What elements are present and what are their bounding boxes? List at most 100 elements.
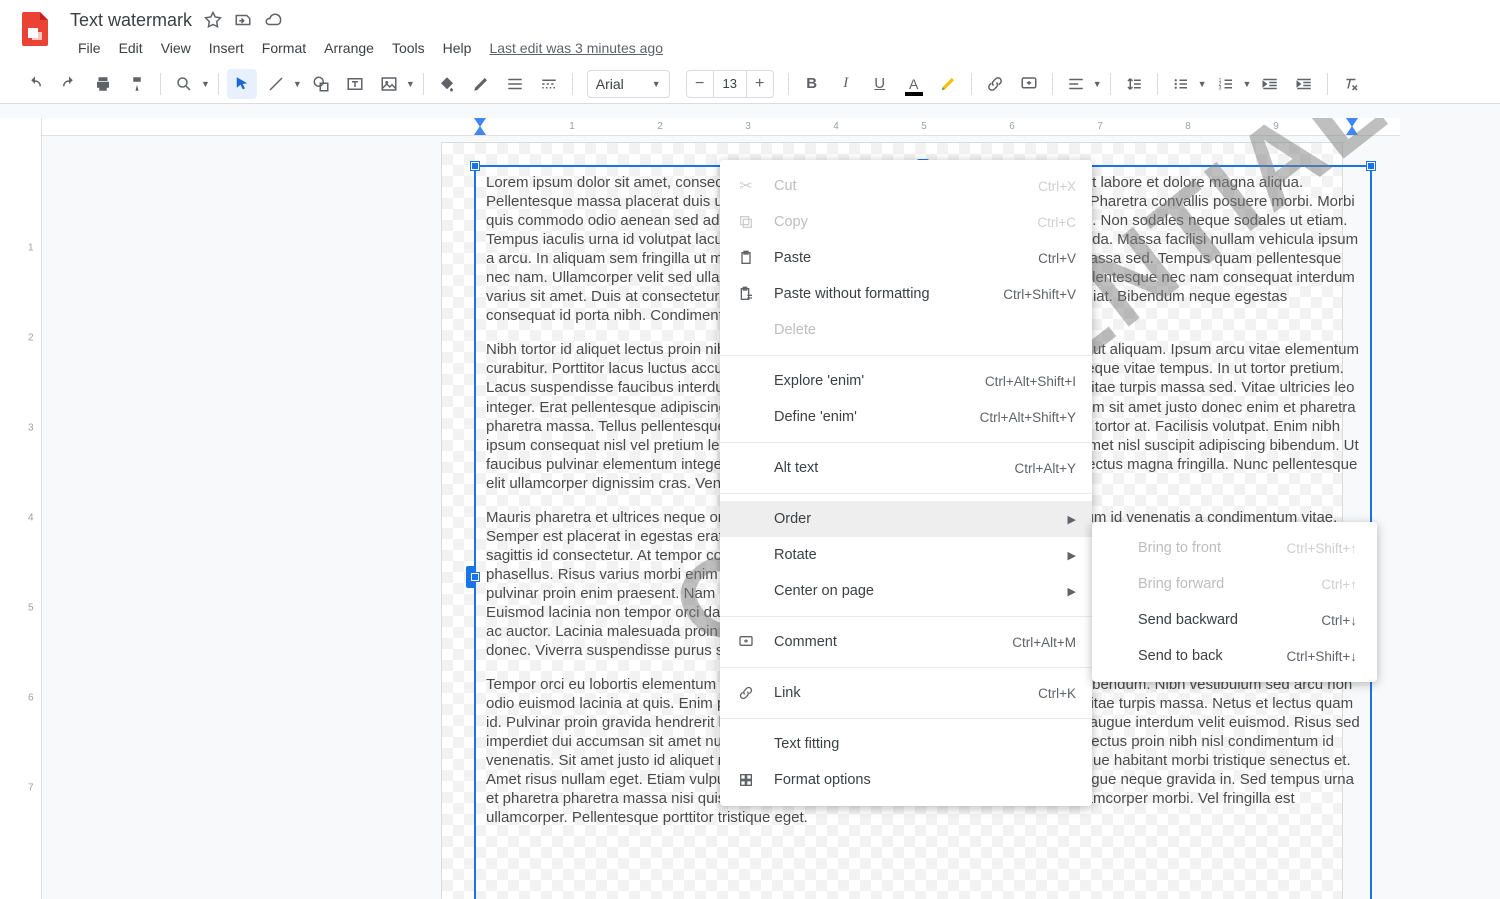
- text-color-button[interactable]: A: [899, 69, 929, 99]
- bold-button[interactable]: B: [797, 69, 827, 99]
- line-spacing-dropdown[interactable]: [1119, 69, 1149, 99]
- order-submenu: Bring to front Ctrl+Shift+↑ Bring forwar…: [1092, 522, 1377, 682]
- align-dropdown[interactable]: ▼: [1061, 69, 1102, 99]
- ruler-tick: 7: [28, 783, 34, 794]
- ctx-paste[interactable]: Paste Ctrl+V: [720, 240, 1092, 276]
- ruler-tick: 6: [1009, 121, 1015, 132]
- ruler-tick: 2: [28, 333, 34, 344]
- fill-color-button[interactable]: [432, 69, 462, 99]
- font-family-select[interactable]: Arial▼: [587, 70, 670, 98]
- textbox-tool[interactable]: [340, 69, 370, 99]
- underline-button[interactable]: U: [865, 69, 895, 99]
- menu-format[interactable]: Format: [254, 36, 314, 60]
- copy-icon: [736, 214, 756, 230]
- ctx-copy: Copy Ctrl+C: [720, 204, 1092, 240]
- chevron-right-icon: ▶: [1068, 549, 1076, 562]
- zoom-dropdown[interactable]: ▼: [169, 69, 210, 99]
- select-tool[interactable]: [227, 69, 257, 99]
- ctx-explore[interactable]: Explore 'enim' Ctrl+Alt+Shift+I: [720, 363, 1092, 399]
- font-size-increase[interactable]: +: [747, 71, 773, 97]
- ruler-tick: 1: [28, 243, 34, 254]
- app-icon: [16, 8, 56, 48]
- ctx-alt-text[interactable]: Alt text Ctrl+Alt+Y: [720, 450, 1092, 486]
- shape-tool[interactable]: [306, 69, 336, 99]
- ruler-tick: 4: [833, 121, 839, 132]
- decrease-indent-button[interactable]: [1255, 69, 1285, 99]
- italic-button[interactable]: I: [831, 69, 861, 99]
- right-indent-marker[interactable]: [1346, 126, 1358, 135]
- toolbar: ▼ ▼ ▼ Arial▼ − + B I U A ▼ ▼ 123▼: [0, 64, 1500, 104]
- image-tool[interactable]: ▼: [374, 69, 415, 99]
- ruler-tick: 6: [28, 693, 34, 704]
- menu-bar: File Edit View Insert Format Arrange Too…: [70, 36, 663, 64]
- ruler-tick: 5: [28, 603, 34, 614]
- ctx-define[interactable]: Define 'enim' Ctrl+Alt+Shift+Y: [720, 399, 1092, 435]
- highlight-color-button[interactable]: [933, 69, 963, 99]
- ruler-tick: 3: [745, 121, 751, 132]
- star-icon[interactable]: [204, 11, 222, 29]
- sub-bring-front: Bring to front Ctrl+Shift+↑: [1092, 530, 1377, 566]
- cloud-icon[interactable]: [264, 11, 282, 29]
- line-tool[interactable]: ▼: [261, 69, 302, 99]
- ctx-link[interactable]: Link Ctrl+K: [720, 675, 1092, 711]
- menu-arrange[interactable]: Arrange: [316, 36, 382, 60]
- menu-file[interactable]: File: [70, 36, 109, 60]
- ctx-delete: Delete: [720, 312, 1092, 348]
- left-indent-marker[interactable]: [474, 126, 486, 135]
- bulleted-list-dropdown[interactable]: ▼: [1166, 69, 1207, 99]
- clear-formatting-button[interactable]: [1336, 69, 1366, 99]
- sub-bring-forward: Bring forward Ctrl+↑: [1092, 566, 1377, 602]
- border-weight-button[interactable]: [500, 69, 530, 99]
- ctx-rotate[interactable]: Rotate ▶: [720, 537, 1092, 573]
- ctx-cut: ✂ Cut Ctrl+X: [720, 168, 1092, 204]
- menu-view[interactable]: View: [153, 36, 199, 60]
- sub-send-backward[interactable]: Send backward Ctrl+↓: [1092, 602, 1377, 638]
- menu-help[interactable]: Help: [435, 36, 480, 60]
- cut-icon: ✂: [736, 176, 756, 196]
- ruler-tick: 4: [28, 513, 34, 524]
- horizontal-ruler: 1 2 3 4 5 6 7 8 9: [42, 118, 1500, 136]
- ruler-tick: 1: [569, 121, 575, 132]
- ruler-tick: 5: [921, 121, 927, 132]
- undo-button[interactable]: [20, 69, 50, 99]
- svg-text:3: 3: [1218, 85, 1221, 91]
- print-button[interactable]: [88, 69, 118, 99]
- move-icon[interactable]: [234, 11, 252, 29]
- sub-send-back[interactable]: Send to back Ctrl+Shift+↓: [1092, 638, 1377, 674]
- comment-icon: [736, 634, 756, 650]
- chevron-right-icon: ▶: [1068, 585, 1076, 598]
- paste-plain-icon: [736, 286, 756, 302]
- format-options-icon: [736, 772, 756, 788]
- ctx-order[interactable]: Order ▶: [720, 501, 1092, 537]
- font-size-input[interactable]: [713, 71, 747, 97]
- border-color-button[interactable]: [466, 69, 496, 99]
- insert-comment-button[interactable]: [1014, 69, 1044, 99]
- paint-format-button[interactable]: [122, 69, 152, 99]
- ruler-tick: 2: [657, 121, 663, 132]
- context-menu: ✂ Cut Ctrl+X Copy Ctrl+C Paste Ctrl+V Pa…: [720, 160, 1092, 806]
- paste-icon: [736, 250, 756, 266]
- numbered-list-dropdown[interactable]: 123▼: [1211, 69, 1252, 99]
- chevron-right-icon: ▶: [1068, 513, 1076, 526]
- ctx-format-options[interactable]: Format options: [720, 762, 1092, 798]
- font-size-decrease[interactable]: −: [687, 71, 713, 97]
- document-title[interactable]: Text watermark: [70, 10, 192, 31]
- redo-button[interactable]: [54, 69, 84, 99]
- ruler-tick: 8: [1185, 121, 1191, 132]
- ctx-text-fitting[interactable]: Text fitting: [720, 726, 1092, 762]
- ruler-tick: 9: [1273, 121, 1279, 132]
- increase-indent-button[interactable]: [1289, 69, 1319, 99]
- menu-tools[interactable]: Tools: [384, 36, 433, 60]
- ctx-comment[interactable]: Comment Ctrl+Alt+M: [720, 624, 1092, 660]
- vertical-ruler: 1 2 3 4 5 6 7: [0, 118, 42, 899]
- font-size-stepper[interactable]: − +: [686, 70, 774, 98]
- ruler-tick: 3: [28, 423, 34, 434]
- ctx-center[interactable]: Center on page ▶: [720, 573, 1092, 609]
- insert-link-button[interactable]: [980, 69, 1010, 99]
- menu-edit[interactable]: Edit: [111, 36, 151, 60]
- menu-insert[interactable]: Insert: [201, 36, 252, 60]
- border-dash-button[interactable]: [534, 69, 564, 99]
- ctx-paste-plain[interactable]: Paste without formatting Ctrl+Shift+V: [720, 276, 1092, 312]
- last-edit-link[interactable]: Last edit was 3 minutes ago: [489, 40, 663, 56]
- title-bar: Text watermark File Edit View Insert For…: [0, 0, 1500, 64]
